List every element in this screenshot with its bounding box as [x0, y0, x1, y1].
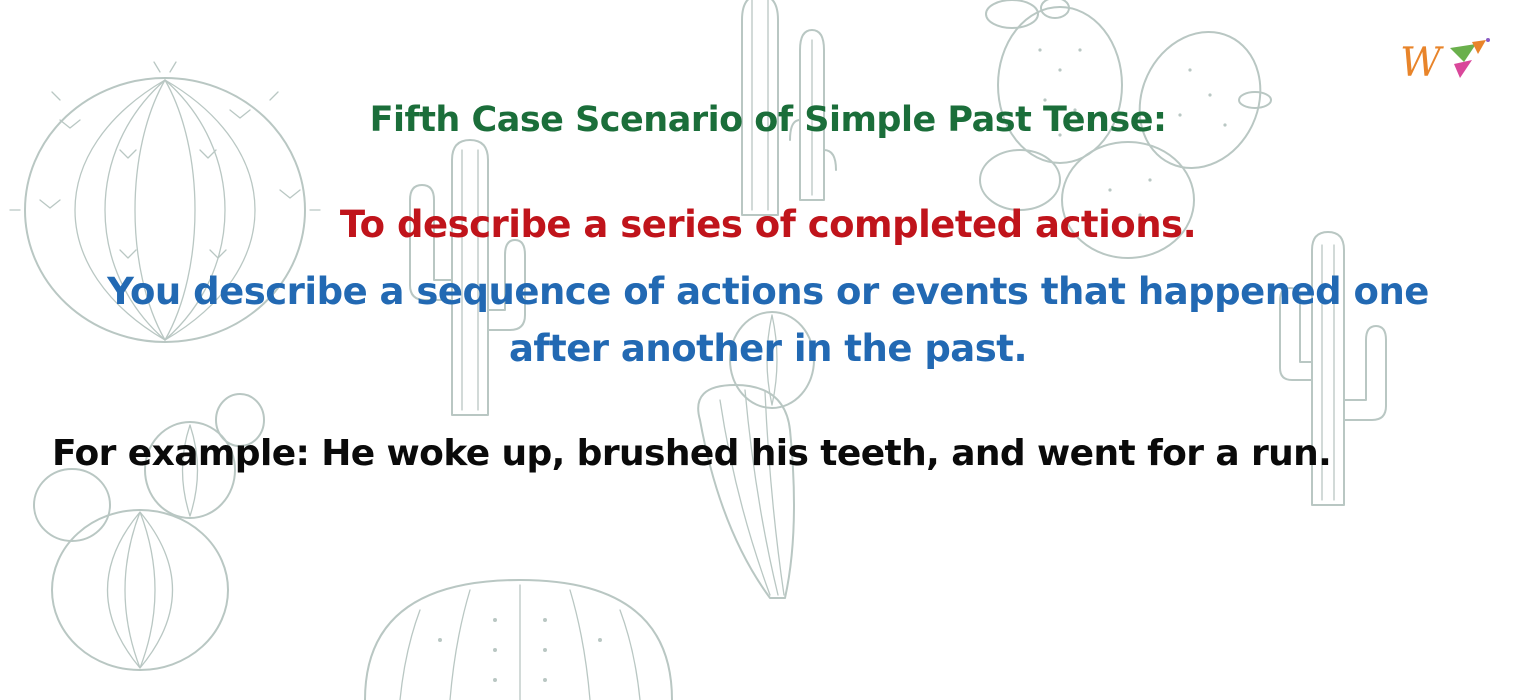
w-brand-logo-icon: W	[1400, 38, 1490, 86]
slide-subtitle: To describe a series of completed action…	[339, 203, 1197, 246]
svg-text:W: W	[1400, 40, 1444, 86]
round-cactus-icon	[364, 579, 673, 700]
slide-canvas: W Fifth Case Scenario of Simple Past Ten…	[0, 0, 1536, 700]
slide-title: Fifth Case Scenario of Simple Past Tense…	[369, 100, 1167, 140]
example-sentence: For example: He woke up, brushed his tee…	[52, 433, 1332, 474]
slide-description: You describe a sequence of actions or ev…	[107, 270, 1429, 370]
